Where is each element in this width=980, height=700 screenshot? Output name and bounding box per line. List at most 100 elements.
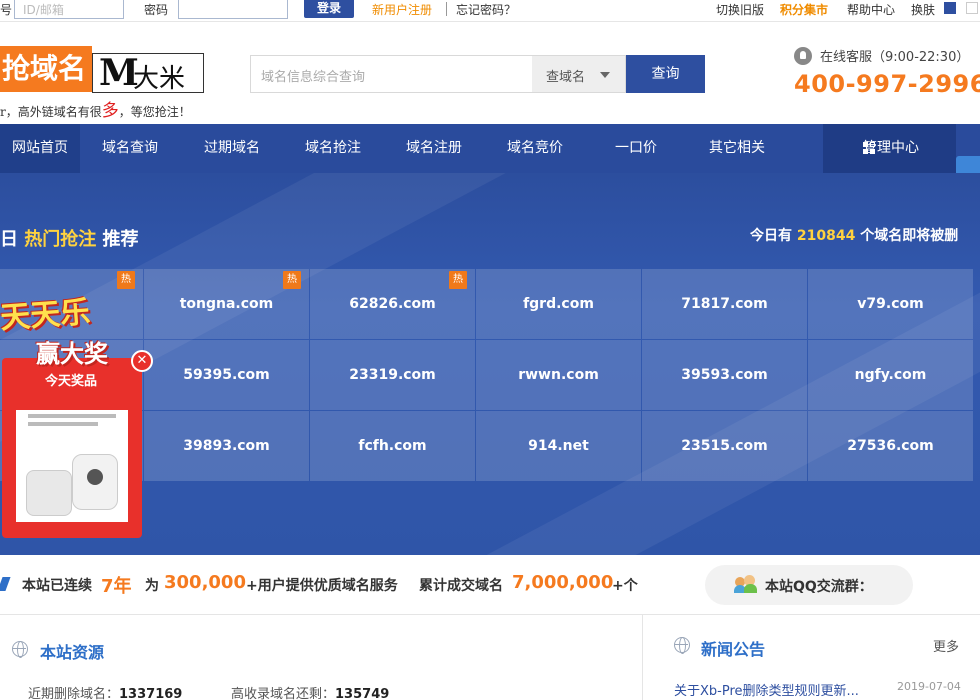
domain-cell[interactable]: ngfy.com [808, 340, 973, 410]
domain-name: 27536.com [847, 438, 934, 454]
news-title[interactable]: 新闻公告 [701, 636, 765, 660]
domain-cell[interactable]: 27536.com [808, 411, 973, 481]
domain-cell[interactable]: 39893.com [144, 411, 309, 481]
help-center-link[interactable]: 帮助中心 [847, 1, 895, 18]
qq-group-label: 本站QQ交流群： [765, 579, 873, 595]
count-prefix: 今日有 [750, 228, 797, 244]
stats-part5: +个 [612, 578, 638, 594]
login-button[interactable]: 登录 [304, 0, 354, 18]
domain-cell[interactable]: fgrd.com [476, 269, 641, 339]
resources-title[interactable]: 本站资源 [40, 639, 104, 663]
news-announcements: 新闻公告 更多 关于Xb-Pre删除类型规则更新... 2019-07-04 [644, 615, 980, 700]
domain-name: 23319.com [349, 367, 436, 383]
admin-center-button[interactable]: 管理中心 [823, 124, 956, 173]
stats-part2: 为 [145, 578, 159, 594]
nav-fixed-price[interactable]: 一口价 [596, 124, 676, 173]
domain-cell[interactable]: 23515.com [642, 411, 807, 481]
hotline-phone: 400-997-2996 [794, 70, 980, 98]
backlink-remaining: 高收录域名还剩：135749 [231, 683, 389, 700]
domain-name: 39593.com [681, 367, 768, 383]
register-link[interactable]: 新用户注册 [372, 1, 432, 18]
domain-cell[interactable]: 59395.com [144, 340, 309, 410]
chevron-down-icon [600, 72, 610, 78]
domain-cell[interactable]: fcfh.com [310, 411, 475, 481]
forgot-password-link[interactable]: 忘记密码？ [456, 1, 516, 18]
people-icon [734, 575, 757, 593]
domain-cell[interactable]: 71817.com [642, 269, 807, 339]
arrow-icon [0, 577, 11, 591]
domain-name: fcfh.com [358, 438, 427, 454]
nav-home[interactable]: 网站首页 [0, 124, 80, 173]
close-icon[interactable]: ✕ [131, 350, 153, 372]
nav-expired-domains[interactable]: 过期域名 [192, 124, 272, 173]
search-input[interactable]: 域名信息综合查询 [250, 55, 532, 93]
hot-badge: 热 [449, 271, 467, 289]
password-label: 密码 [144, 3, 169, 17]
recent-deleted-value: 1337169 [119, 687, 183, 700]
prize-label: 今天奖品 [44, 374, 97, 389]
skin-label: 换肤 [911, 3, 936, 17]
promo-title-2: 赢大奖 [36, 340, 108, 368]
prize-device [26, 470, 72, 516]
domain-name: 23515.com [681, 438, 768, 454]
nav-domain-register[interactable]: 域名注册 [394, 124, 474, 173]
promo-popup: 天天乐 赢大奖 ✕ 今天奖品 [0, 290, 165, 540]
globe-icon [12, 641, 28, 658]
stats-years: 7年 [101, 576, 132, 597]
hot-badge: 热 [283, 271, 301, 289]
recent-deleted: 近期删除域名：1337169 [28, 683, 182, 700]
nav-domain-snapback[interactable]: 域名抢注 [293, 124, 373, 173]
domain-cell[interactable]: 23319.com [310, 340, 475, 410]
qq-group[interactable]: 本站QQ交流群： [705, 565, 913, 605]
skin-blue-swatch[interactable] [944, 2, 956, 14]
old-version-link[interactable]: 切换旧版 [716, 1, 764, 18]
news-item-date: 2019-07-04 [897, 680, 961, 693]
account-input[interactable]: ID/邮箱 [14, 0, 124, 19]
hot-title-prefix: 日 [0, 229, 25, 250]
site-resources: 本站资源 近期删除域名：1337169 高收录域名还剩：135749 [0, 615, 643, 700]
domain-name: fgrd.com [523, 296, 594, 312]
domain-cell[interactable]: 62826.com 热 [310, 269, 475, 339]
stats-part4: 累计成交域名 [419, 578, 503, 594]
logo-box[interactable]: M 大米 [92, 52, 204, 94]
stats-part1: 本站已连续 [22, 578, 92, 594]
stats-deals: 7,000,000 [512, 572, 614, 593]
domain-name: 39893.com [183, 438, 270, 454]
skin-white-swatch[interactable] [966, 2, 978, 14]
domain-cell[interactable]: tongna.com 热 [144, 269, 309, 339]
news-more-link[interactable]: 更多 [933, 636, 959, 655]
today-count: 今日有 210844 个域名即将被删 [750, 225, 958, 245]
domain-cell[interactable]: v79.com [808, 269, 973, 339]
hot-title-highlight: 热门抢注 [24, 229, 97, 250]
domain-cell[interactable]: rwwn.com [476, 340, 641, 410]
logo-orange-block[interactable]: 抢域名 [0, 46, 92, 92]
prize-image[interactable] [16, 410, 128, 522]
prize-device [72, 454, 118, 510]
customer-service-icon [794, 47, 812, 65]
domain-cell[interactable]: 39593.com [642, 340, 807, 410]
search-type-label: 查域名 [546, 70, 586, 85]
nav-domain-query[interactable]: 域名查询 [90, 124, 170, 173]
globe-icon [674, 637, 690, 654]
points-market-link[interactable]: 积分集市 [780, 1, 828, 18]
domain-name: 59395.com [183, 367, 270, 383]
nav-domain-auction[interactable]: 域名竞价 [495, 124, 575, 173]
domain-name: 914.net [528, 438, 589, 454]
search-button[interactable]: 查询 [626, 55, 705, 93]
hot-badge: 热 [117, 271, 135, 289]
domain-cell[interactable]: 914.net [476, 411, 641, 481]
domain-name: tongna.com [179, 296, 274, 312]
domain-name: ngfy.com [854, 367, 927, 383]
online-service[interactable]: 在线客服（9:00-22:30） [794, 46, 969, 65]
nav-other[interactable]: 其它相关 [697, 124, 777, 173]
stats-users: 300,000 [164, 572, 246, 593]
stats-part3: +用户提供优质域名服务 [246, 578, 398, 594]
slogan-big: 多 [101, 101, 119, 121]
news-item-link[interactable]: 关于Xb-Pre删除类型规则更新... [674, 680, 859, 699]
domain-name: 71817.com [681, 296, 768, 312]
slogan-prefix: r，高外链域名有很 [0, 105, 102, 119]
search-type-dropdown[interactable]: 查域名 [532, 55, 626, 93]
promo-title-1: 天天乐 [0, 294, 92, 337]
logo-slogan: r，高外链域名有很多，等您抢注！ [0, 96, 191, 121]
password-input[interactable] [178, 0, 288, 19]
